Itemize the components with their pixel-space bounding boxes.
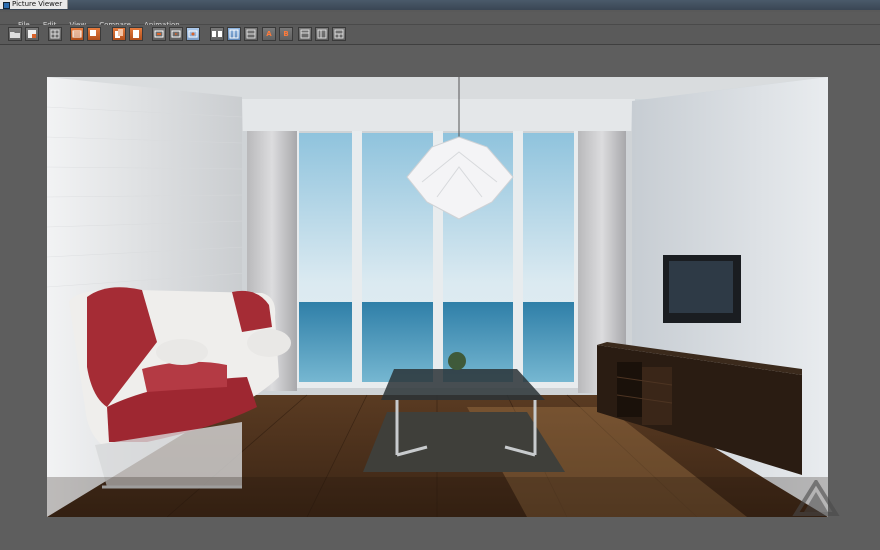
compare-ab-icon[interactable] — [210, 27, 224, 41]
set-b-label: B — [283, 30, 289, 38]
tv-screen — [669, 261, 733, 313]
toolbar: A B — [0, 25, 880, 45]
set-b-icon[interactable]: B — [279, 27, 293, 41]
app-window-icon — [3, 2, 10, 9]
layout-1-icon[interactable] — [298, 27, 312, 41]
export-icon[interactable] — [129, 27, 143, 41]
split-view-icon[interactable] — [227, 27, 241, 41]
menu-bar: File Edit View Compare Animation — [0, 12, 880, 29]
layout-3-icon[interactable] — [332, 27, 346, 41]
living-room-render-illustration — [47, 77, 828, 517]
rendered-image[interactable] — [47, 77, 828, 517]
frame-play-icon[interactable] — [169, 27, 183, 41]
set-a-label: A — [266, 30, 272, 38]
watermark-logo — [792, 480, 840, 516]
grid-icon[interactable] — [48, 27, 62, 41]
set-a-icon[interactable]: A — [262, 27, 276, 41]
open-folder-icon[interactable] — [8, 27, 22, 41]
window-title-tab[interactable]: Picture Viewer — [0, 0, 69, 9]
split-swap-icon[interactable] — [244, 27, 258, 41]
ceiling-soffit — [237, 99, 635, 131]
frame-loop-icon[interactable] — [186, 27, 200, 41]
save-icon[interactable] — [25, 27, 39, 41]
render-region-icon[interactable] — [87, 27, 101, 41]
copy-icon[interactable] — [112, 27, 126, 41]
film-strip-icon[interactable] — [70, 27, 84, 41]
layout-2-icon[interactable] — [315, 27, 329, 41]
os-title-strip — [0, 0, 880, 10]
frame-icon[interactable] — [152, 27, 166, 41]
window-title: Picture Viewer — [12, 0, 63, 8]
plant-bowl — [448, 352, 466, 370]
